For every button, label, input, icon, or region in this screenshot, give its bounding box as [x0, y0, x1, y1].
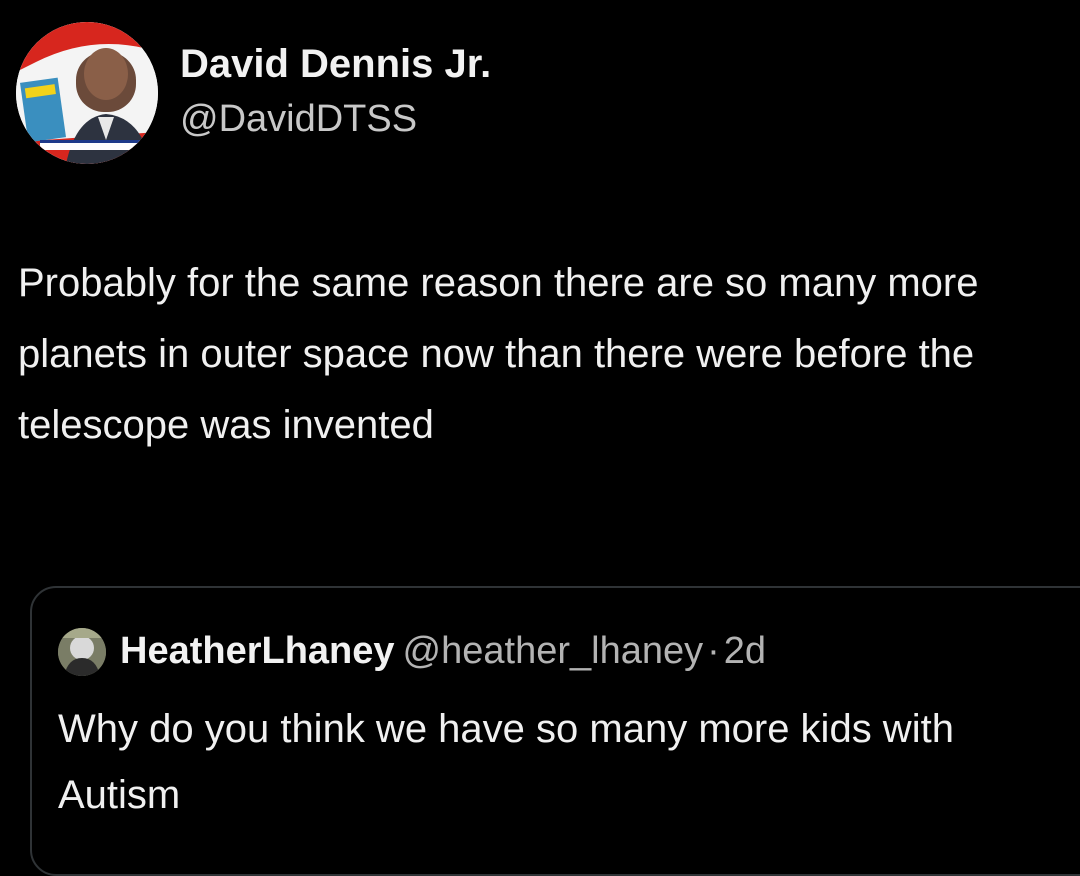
tweet: David Dennis Jr. @DavidDTSS Probably for…: [0, 0, 1080, 876]
quoted-tweet-header: HeatherLhaney @heather_lhaney · 2d: [120, 630, 766, 673]
author-avatar[interactable]: [16, 22, 158, 164]
quoted-tweet-text: Why do you think we have so many more ki…: [58, 707, 954, 817]
quoted-author-avatar-image: [58, 628, 106, 676]
quoted-tweet-card[interactable]: HeatherLhaney @heather_lhaney · 2d Why do y…: [30, 586, 1080, 876]
quoted-author-handle[interactable]: @heather_lhaney: [403, 630, 704, 672]
author-avatar-image: [16, 22, 158, 164]
author-name[interactable]: David Dennis Jr.: [180, 42, 491, 87]
quoted-author-avatar[interactable]: [58, 628, 106, 676]
author-handle[interactable]: @DavidDTSS: [180, 98, 417, 141]
quoted-separator: ·: [707, 630, 720, 672]
quoted-timestamp[interactable]: 2d: [724, 630, 766, 672]
quoted-author-name[interactable]: HeatherLhaney: [120, 630, 395, 672]
tweet-text: Probably for the same reason there are s…: [18, 261, 979, 447]
